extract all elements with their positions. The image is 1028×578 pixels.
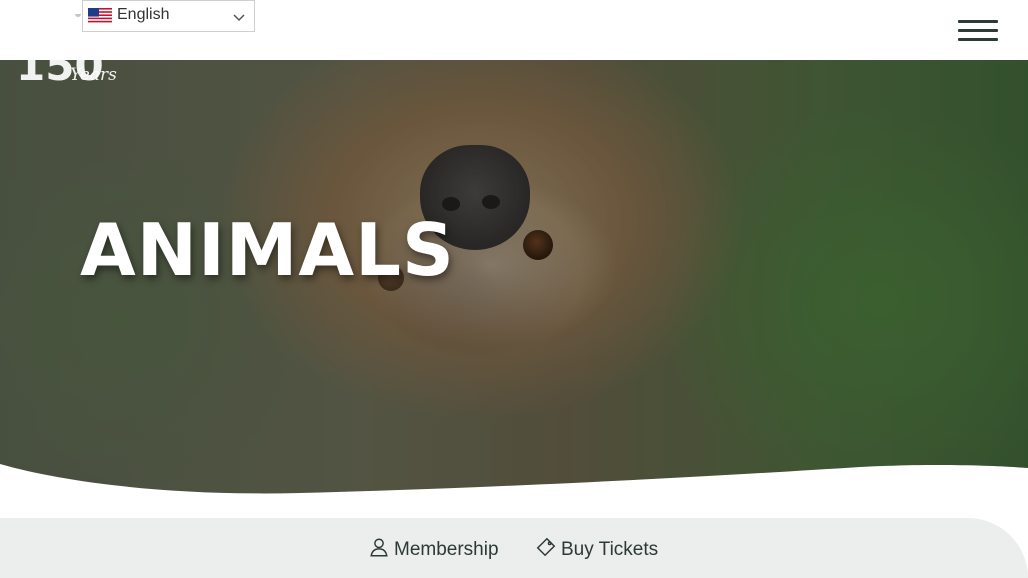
language-selector[interactable]: English xyxy=(82,0,255,32)
hero-banner: ANIMALS xyxy=(0,60,1028,500)
membership-link[interactable]: Membership xyxy=(368,536,499,564)
membership-label: Membership xyxy=(394,539,499,560)
chevron-down-icon xyxy=(232,10,246,24)
buy-tickets-link[interactable]: Buy Tickets xyxy=(535,536,658,564)
quick-actions-bar: Membership Buy Tickets xyxy=(0,518,1028,578)
ticket-icon xyxy=(535,536,557,564)
svg-text:Years: Years xyxy=(70,65,117,85)
hamburger-menu-icon[interactable] xyxy=(958,20,998,41)
hero-bottom-curve xyxy=(0,464,1028,520)
user-icon xyxy=(368,536,390,564)
page-title: ANIMALS xyxy=(80,208,455,292)
language-label: English xyxy=(117,6,170,23)
buy-tickets-label: Buy Tickets xyxy=(561,539,659,560)
us-flag-icon xyxy=(88,8,112,24)
